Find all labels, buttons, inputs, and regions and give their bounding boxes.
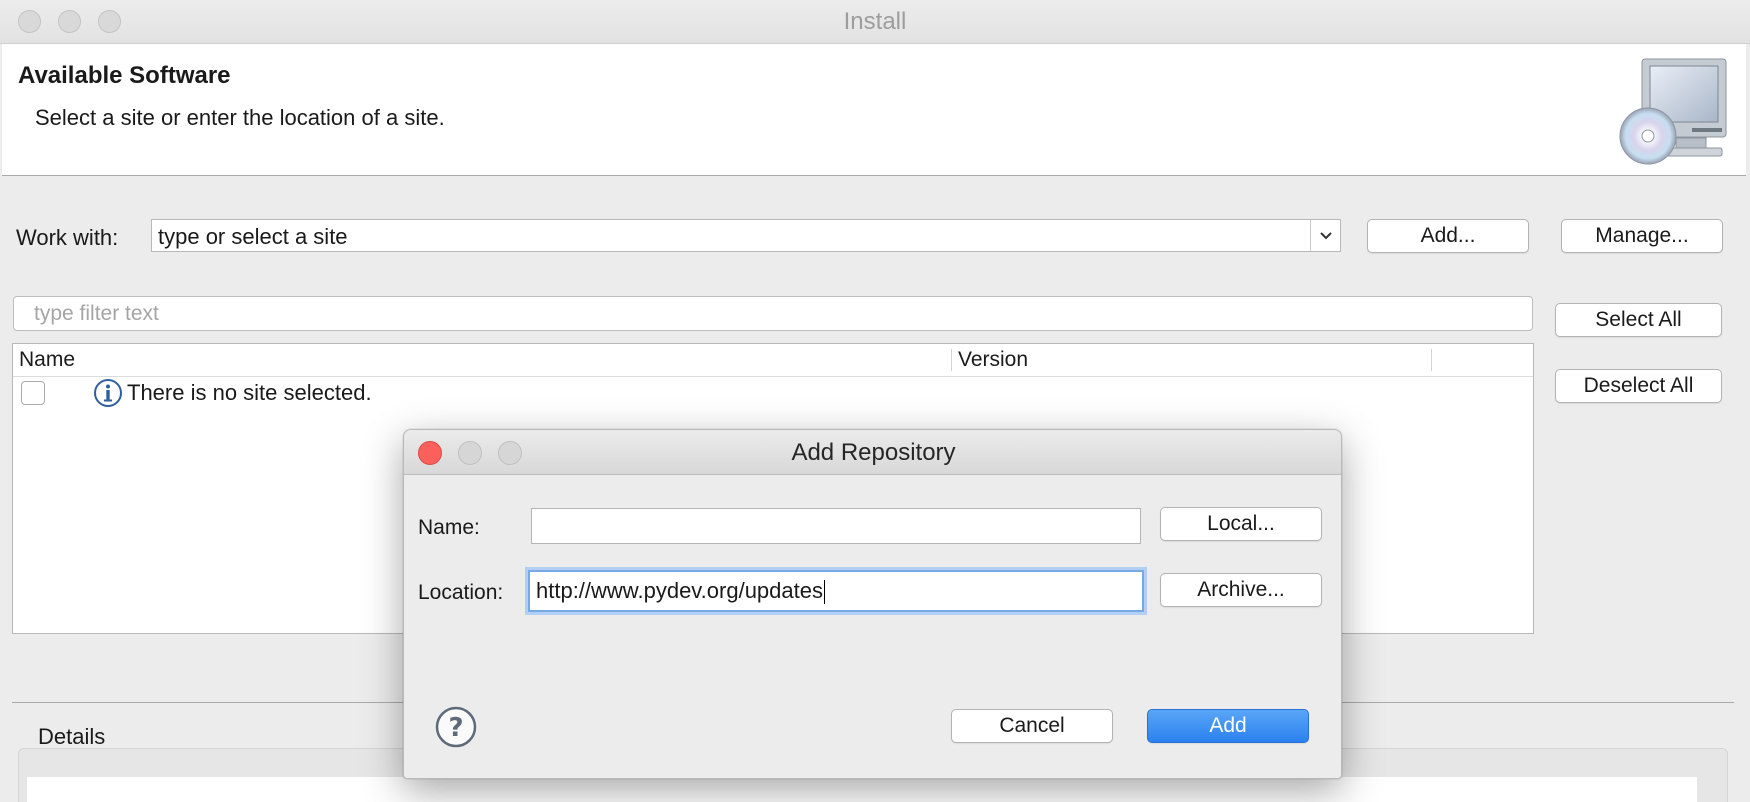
- work-with-label: Work with:: [16, 225, 119, 250]
- item-checkbox[interactable]: [21, 381, 45, 405]
- page-subtitle: Select a site or enter the location of a…: [35, 105, 445, 130]
- repository-location-label: Location:: [418, 581, 504, 604]
- deselect-all-button[interactable]: Deselect All: [1555, 369, 1722, 403]
- chevron-down-icon[interactable]: [1310, 220, 1340, 251]
- cancel-button[interactable]: Cancel: [951, 709, 1113, 743]
- add-repository-button[interactable]: Add: [1147, 709, 1309, 743]
- details-label: Details: [38, 724, 106, 749]
- dialog-title: Add Repository: [791, 439, 956, 466]
- manage-sites-button[interactable]: Manage...: [1561, 219, 1723, 253]
- work-with-combo[interactable]: type or select a site: [151, 219, 1341, 252]
- help-icon[interactable]: ?: [435, 706, 477, 748]
- select-all-button[interactable]: Select All: [1555, 303, 1722, 337]
- add-site-button[interactable]: Add...: [1367, 219, 1529, 253]
- no-site-message: There is no site selected.: [127, 380, 372, 405]
- column-header-name[interactable]: Name: [19, 348, 75, 372]
- dialog-titlebar: Add Repository: [404, 430, 1341, 475]
- svg-text:?: ?: [448, 713, 463, 743]
- column-header-version[interactable]: Version: [958, 348, 1028, 372]
- filter-placeholder: type filter text: [34, 302, 159, 325]
- location-text: http://www.pydev.org/updates: [536, 578, 823, 603]
- repository-location-field[interactable]: http://www.pydev.org/updates: [528, 570, 1144, 612]
- repository-name-field[interactable]: [531, 508, 1141, 544]
- work-with-value: type or select a site: [158, 224, 348, 249]
- add-repository-dialog: Add Repository Name: Local... Location: …: [403, 429, 1342, 779]
- text-caret: [823, 580, 825, 605]
- archive-button[interactable]: Archive...: [1160, 573, 1322, 607]
- info-icon: [94, 379, 122, 407]
- details-textarea[interactable]: [27, 777, 1697, 802]
- monitor-cd-icon: [1619, 58, 1727, 165]
- page-title: Available Software: [18, 62, 231, 89]
- column-separator[interactable]: [951, 349, 952, 371]
- window-title: Install: [843, 8, 907, 35]
- window-titlebar: Install: [0, 0, 1750, 44]
- local-button[interactable]: Local...: [1160, 507, 1322, 541]
- column-separator[interactable]: [1431, 349, 1432, 371]
- repository-name-label: Name:: [418, 516, 480, 539]
- wizard-banner: Available Software Select a site or ente…: [2, 44, 1746, 176]
- table-header: Name Version: [13, 344, 1533, 377]
- filter-input[interactable]: type filter text: [13, 296, 1533, 331]
